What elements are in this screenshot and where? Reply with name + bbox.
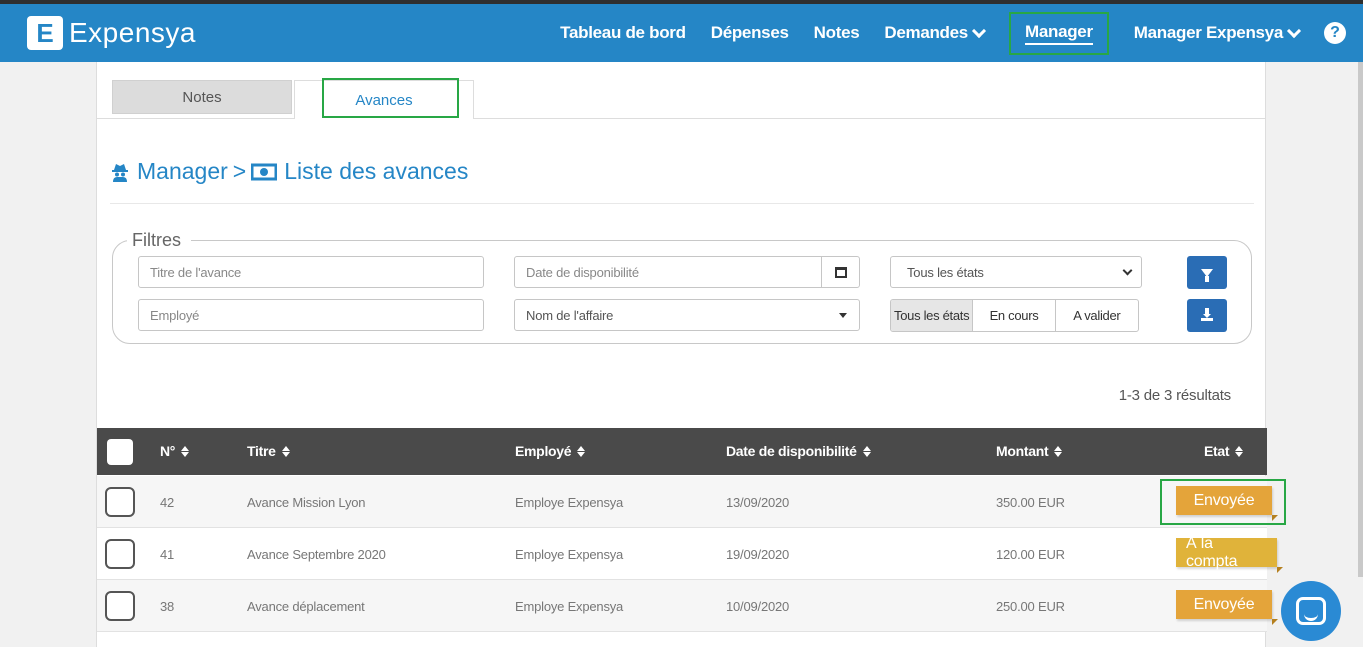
breadcrumb-current: Liste des avances <box>284 158 469 184</box>
filter-reset-button[interactable] <box>1187 256 1227 289</box>
col-title[interactable]: Titre <box>247 443 290 459</box>
chat-icon <box>1296 597 1326 625</box>
tab-bar: Notes Avances <box>97 78 1265 119</box>
scrollbar[interactable] <box>1358 62 1363 577</box>
segment-in-progress[interactable]: En cours <box>973 300 1056 331</box>
sort-icon <box>181 445 190 457</box>
page-title: Manager > Liste des avances <box>110 158 468 185</box>
cell-employee: Employe Expensya <box>515 495 624 510</box>
main-panel: Notes Avances Manager > Liste des avance… <box>96 62 1286 647</box>
title-input[interactable]: Titre de l'avance <box>138 256 484 288</box>
nav-dashboard[interactable]: Tableau de bord <box>560 23 686 43</box>
cell-title: Avance déplacement <box>247 599 365 614</box>
chevron-down-icon <box>971 23 987 38</box>
expensya-logo[interactable]: E Expensya <box>27 16 196 50</box>
table-row[interactable]: 41 Avance Septembre 2020 Employe Expensy… <box>97 528 1283 580</box>
download-icon <box>1201 307 1213 321</box>
employee-input[interactable]: Employé <box>138 299 484 331</box>
cell-date: 19/09/2020 <box>726 547 790 562</box>
status-badge: À la compta <box>1176 535 1283 573</box>
cell-number: 41 <box>160 547 175 562</box>
help-icon[interactable]: ? <box>1324 22 1346 44</box>
col-employee[interactable]: Employé <box>515 443 586 459</box>
results-count: 1-3 de 3 résultats <box>1118 387 1232 404</box>
state-segmented-control: Tous les états En cours A valider <box>890 299 1139 332</box>
cell-amount: 120.00 EUR <box>996 547 1065 562</box>
row-checkbox[interactable] <box>105 591 135 621</box>
filters-panel: Filtres Titre de l'avance Date de dispon… <box>112 230 1252 344</box>
sort-icon <box>1235 445 1244 457</box>
chat-launcher-button[interactable] <box>1281 581 1341 641</box>
chevron-down-icon <box>1122 265 1133 276</box>
cell-number: 42 <box>160 495 175 510</box>
sort-icon <box>281 445 290 457</box>
logo-icon: E <box>27 16 63 50</box>
filters-legend: Filtres <box>127 230 191 251</box>
cell-date: 13/09/2020 <box>726 495 790 510</box>
col-date[interactable]: Date de disponibilité <box>726 443 871 459</box>
col-amount[interactable]: Montant <box>996 443 1063 459</box>
nav-user-menu[interactable]: Manager Expensya <box>1134 23 1302 43</box>
nav-expenses[interactable]: Dépenses <box>711 23 789 43</box>
select-all-checkbox[interactable] <box>107 439 133 465</box>
affaire-select[interactable]: Nom de l'affaire <box>514 299 860 331</box>
cell-amount: 350.00 EUR <box>996 495 1065 510</box>
cell-employee: Employe Expensya <box>515 547 624 562</box>
table-header: N° Titre Employé Date de disponibilité M… <box>97 428 1267 475</box>
sort-icon <box>862 445 871 457</box>
sort-icon <box>577 445 586 457</box>
brand-name: Expensya <box>69 17 196 48</box>
cell-title: Avance Septembre 2020 <box>247 547 386 562</box>
row-checkbox[interactable] <box>105 539 135 569</box>
divider <box>110 203 1254 204</box>
calendar-icon[interactable] <box>821 257 859 287</box>
status-badge: Envoyée <box>1176 590 1278 625</box>
breadcrumb-manager[interactable]: Manager <box>137 158 228 185</box>
filter-reset-icon <box>1201 268 1213 282</box>
nav-manager[interactable]: Manager <box>1008 11 1109 55</box>
nav-requests[interactable]: Demandes <box>884 23 987 43</box>
tab-notes[interactable]: Notes <box>112 80 292 114</box>
highlight-box <box>1160 479 1286 525</box>
cell-title: Avance Mission Lyon <box>247 495 366 510</box>
money-bill-icon <box>251 163 278 180</box>
cell-employee: Employe Expensya <box>515 599 624 614</box>
top-navbar: E Expensya Tableau de bord Dépenses Note… <box>0 0 1363 62</box>
state-select[interactable]: Tous les états <box>890 256 1142 288</box>
chevron-down-icon <box>1286 23 1302 38</box>
row-checkbox[interactable] <box>105 487 135 517</box>
highlight-box <box>322 78 459 118</box>
export-button[interactable] <box>1187 299 1227 332</box>
tab-avances[interactable]: Avances <box>294 78 474 119</box>
breadcrumb-separator: > <box>232 158 247 184</box>
cell-amount: 250.00 EUR <box>996 599 1065 614</box>
nav-notes[interactable]: Notes <box>814 23 860 43</box>
col-state[interactable]: Etat <box>1204 443 1244 459</box>
spy-icon <box>112 163 128 182</box>
date-input[interactable]: Date de disponibilité <box>514 256 860 288</box>
sort-icon <box>1054 445 1063 457</box>
cell-date: 10/09/2020 <box>726 599 790 614</box>
segment-to-validate[interactable]: A valider <box>1056 300 1138 331</box>
main-nav: Tableau de bord Dépenses Notes Demandes … <box>560 4 1363 62</box>
col-number[interactable]: N° <box>160 443 190 459</box>
cell-number: 38 <box>160 599 175 614</box>
caret-down-icon <box>839 313 847 318</box>
table-row[interactable]: 38 Avance déplacement Employe Expensya 1… <box>97 580 1278 632</box>
table-row[interactable]: 42 Avance Mission Lyon Employe Expensya … <box>97 476 1286 528</box>
segment-all-states[interactable]: Tous les états <box>891 300 974 331</box>
